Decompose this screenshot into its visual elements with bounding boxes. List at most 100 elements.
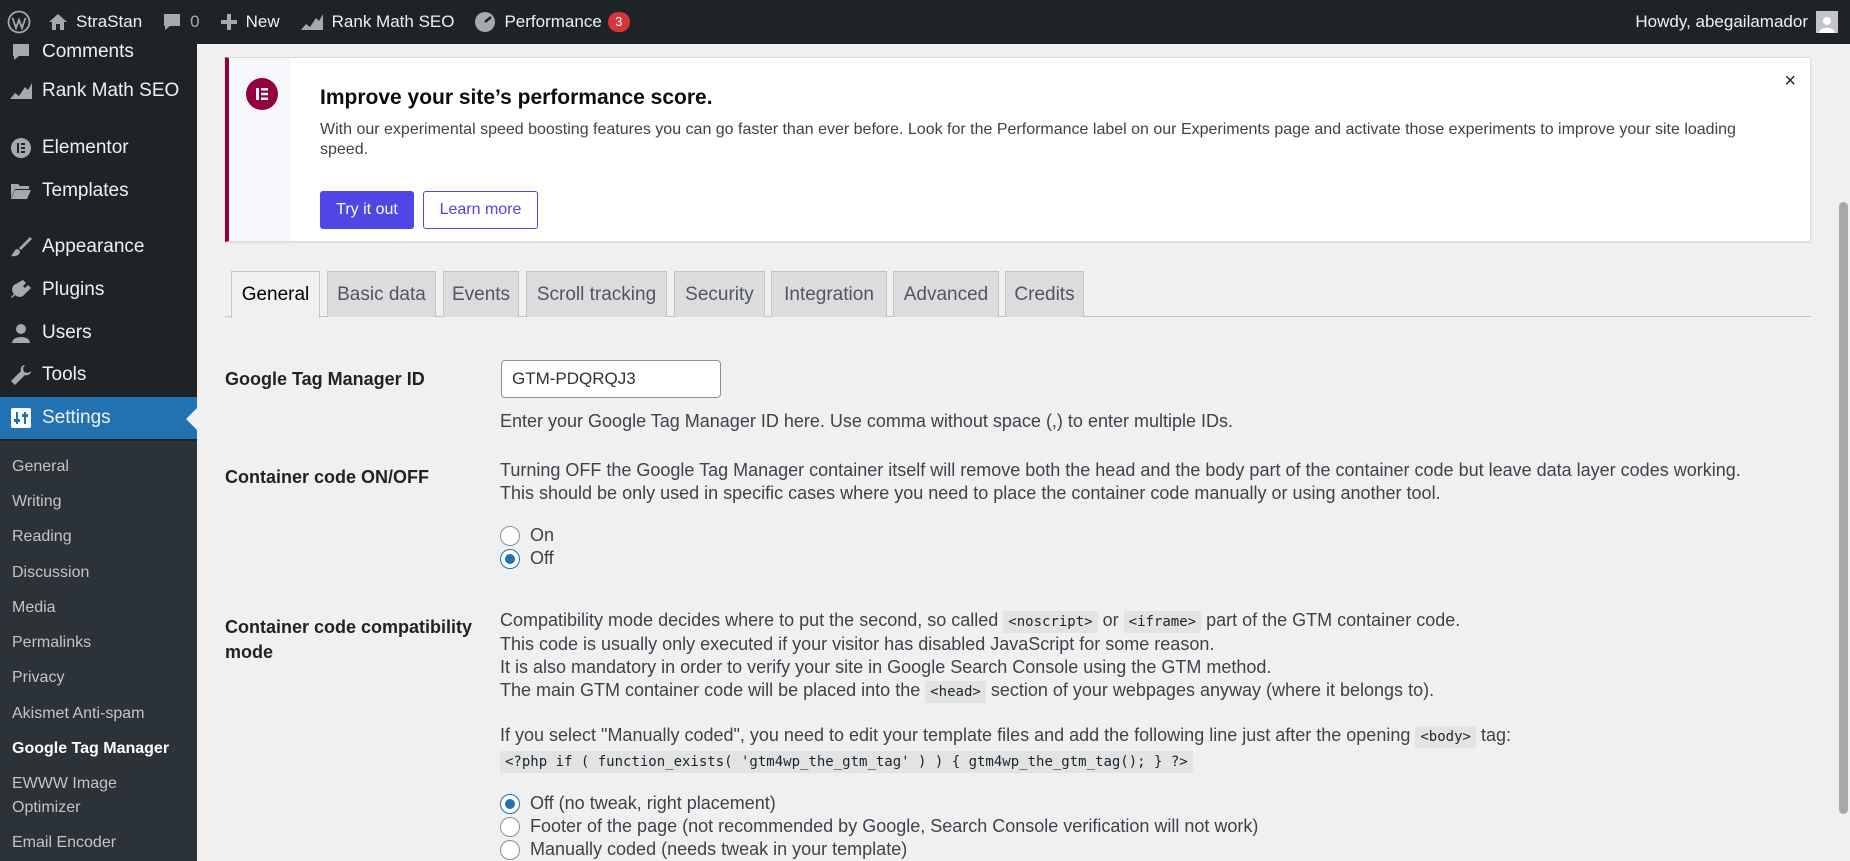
- admin-bar: StraStan 0 New Rank Math SEO Performance…: [0, 0, 1850, 44]
- compat-footer-option[interactable]: Footer of the page (not recommended by G…: [500, 816, 1258, 837]
- comments-count: 0: [190, 12, 200, 31]
- sidebar-item-comments[interactable]: Comments: [0, 44, 197, 73]
- close-icon[interactable]: ×: [1784, 70, 1796, 93]
- submenu-privacy[interactable]: Privacy: [12, 666, 64, 690]
- submenu-general[interactable]: General: [12, 455, 69, 479]
- performance-link[interactable]: Performance 3: [464, 0, 639, 44]
- performance-notice: Improve your site’s performance score. W…: [225, 57, 1811, 242]
- submenu-ewww-line2[interactable]: Optimizer: [12, 796, 80, 820]
- new-content-link[interactable]: New: [210, 0, 290, 44]
- php-snippet: <?php if ( function_exists( 'gtm4wp_the_…: [500, 749, 1193, 774]
- container-off-option[interactable]: Off: [500, 548, 554, 569]
- notice-text: With our experimental speed boosting fea…: [320, 121, 1736, 158]
- sidebar-item-appearance[interactable]: Appearance: [0, 226, 197, 268]
- head-code: <head>: [925, 681, 986, 703]
- my-account[interactable]: Howdy, abegailamador: [1635, 0, 1838, 44]
- radio-compat-manual-label: Manually coded (needs tweak in your temp…: [530, 839, 908, 859]
- comments-link[interactable]: 0: [152, 0, 209, 44]
- avatar: [1816, 11, 1838, 33]
- compat-line1-pre: Compatibility mode decides where to put …: [500, 610, 999, 630]
- container-onoff-label: Container code ON/OFF: [225, 467, 430, 487]
- rankmath-icon: [300, 14, 323, 30]
- body-code: <body>: [1415, 726, 1476, 748]
- sidebar-item-label: Users: [42, 322, 92, 343]
- submenu-writing[interactable]: Writing: [12, 490, 62, 514]
- admin-sidebar: Comments Rank Math SEO Elementor Templat…: [0, 44, 197, 861]
- sidebar-item-plugins[interactable]: Plugins: [0, 269, 197, 311]
- compat-line2: This code is usually only executed if yo…: [500, 634, 1215, 654]
- sidebar-item-label: Plugins: [42, 279, 105, 300]
- submenu-permalinks[interactable]: Permalinks: [12, 631, 91, 655]
- tab-basic-data[interactable]: Basic data: [327, 271, 436, 317]
- tab-advanced[interactable]: Advanced: [893, 271, 999, 317]
- tab-integration[interactable]: Integration: [771, 271, 887, 317]
- sidebar-item-label: Comments: [42, 44, 134, 62]
- wordpress-logo-icon[interactable]: [0, 0, 38, 44]
- radio-on-label: On: [530, 525, 555, 545]
- radio-compat-footer-label: Footer of the page (not recommended by G…: [530, 816, 1259, 836]
- brush-icon: [8, 234, 34, 260]
- container-on-option[interactable]: On: [500, 525, 554, 546]
- container-onoff-desc2: This should be only used in specific cas…: [500, 483, 1441, 503]
- rankmath-icon: [8, 78, 34, 104]
- new-label: New: [245, 12, 280, 31]
- sidebar-item-elementor[interactable]: Elementor: [0, 127, 197, 169]
- submenu-media[interactable]: Media: [12, 596, 56, 620]
- radio-off[interactable]: [500, 548, 520, 569]
- try-it-out-button[interactable]: Try it out: [320, 191, 414, 229]
- submenu-discussion[interactable]: Discussion: [12, 561, 89, 585]
- submenu-ewww-line1[interactable]: EWWW Image: [12, 772, 117, 796]
- comment-icon: [8, 44, 34, 65]
- compat-off-option[interactable]: Off (no tweak, right placement): [500, 793, 776, 814]
- sidebar-item-rankmath[interactable]: Rank Math SEO: [0, 70, 197, 112]
- rankmath-link[interactable]: Rank Math SEO: [290, 0, 465, 44]
- performance-label: Performance: [504, 12, 602, 31]
- howdy-text: Howdy, abegailamador: [1635, 12, 1808, 31]
- radio-compat-footer[interactable]: [500, 816, 520, 837]
- performance-badge: 3: [607, 12, 630, 32]
- sidebar-item-label: Appearance: [42, 236, 145, 257]
- settings-icon: [8, 405, 34, 431]
- settings-tabs: General Basic data Events Scroll trackin…: [225, 271, 1811, 318]
- gtm-id-help: Enter your Google Tag Manager ID here. U…: [500, 411, 1233, 431]
- tab-scroll-tracking[interactable]: Scroll tracking: [526, 271, 667, 317]
- submenu-akismet[interactable]: Akismet Anti-spam: [12, 702, 144, 726]
- compat-line5: If you select "Manually coded", you need…: [500, 724, 1511, 749]
- compat-line4-pre: The main GTM container code will be plac…: [500, 680, 921, 700]
- submenu-google-tag-manager[interactable]: Google Tag Manager: [12, 737, 169, 761]
- iframe-code: <iframe>: [1123, 611, 1202, 633]
- sidebar-item-tools[interactable]: Tools: [0, 354, 197, 396]
- sidebar-item-settings[interactable]: Settings: [0, 397, 197, 439]
- tab-security[interactable]: Security: [674, 271, 765, 317]
- sidebar-item-label: Settings: [42, 407, 111, 428]
- page-scrollbar[interactable]: [1836, 44, 1850, 861]
- scrollbar-thumb[interactable]: [1839, 202, 1848, 814]
- active-indicator: [186, 408, 197, 430]
- compat-line4-post: section of your webpages anyway (where i…: [990, 680, 1435, 700]
- submenu-email-encoder[interactable]: Email Encoder: [12, 831, 116, 855]
- sidebar-item-users[interactable]: Users: [0, 312, 197, 354]
- tab-credits[interactable]: Credits: [1005, 271, 1084, 317]
- notice-title: Improve your site’s performance score.: [320, 86, 713, 109]
- radio-compat-off[interactable]: [500, 793, 520, 814]
- compat-manual-option[interactable]: Manually coded (needs tweak in your temp…: [500, 839, 907, 860]
- learn-more-button[interactable]: Learn more: [423, 191, 538, 229]
- submenu-reading[interactable]: Reading: [12, 525, 72, 549]
- php-code: <?php if ( function_exists( 'gtm4wp_the_…: [500, 751, 1193, 773]
- notice-icon-column: [229, 58, 291, 241]
- tab-events[interactable]: Events: [443, 271, 519, 317]
- sidebar-item-templates[interactable]: Templates: [0, 170, 197, 212]
- radio-off-label: Off: [530, 548, 554, 568]
- compat-line1-post: part of the GTM container code.: [1206, 610, 1461, 630]
- compat-line1: Compatibility mode decides where to put …: [500, 609, 1460, 634]
- site-name-link[interactable]: StraStan: [38, 0, 152, 44]
- gtm-id-input[interactable]: GTM-PDQRQJ3: [501, 360, 721, 398]
- compat-mode-label-line2: mode: [225, 642, 274, 662]
- compat-line1-or: or: [1102, 610, 1119, 630]
- radio-compat-manual[interactable]: [500, 839, 520, 860]
- radio-on[interactable]: [500, 525, 520, 546]
- sidebar-item-label: Templates: [42, 180, 129, 201]
- sidebar-item-label: Rank Math SEO: [42, 80, 180, 101]
- compat-mode-label-line1: Container code compatibility: [225, 617, 473, 637]
- tab-general[interactable]: General: [231, 271, 320, 318]
